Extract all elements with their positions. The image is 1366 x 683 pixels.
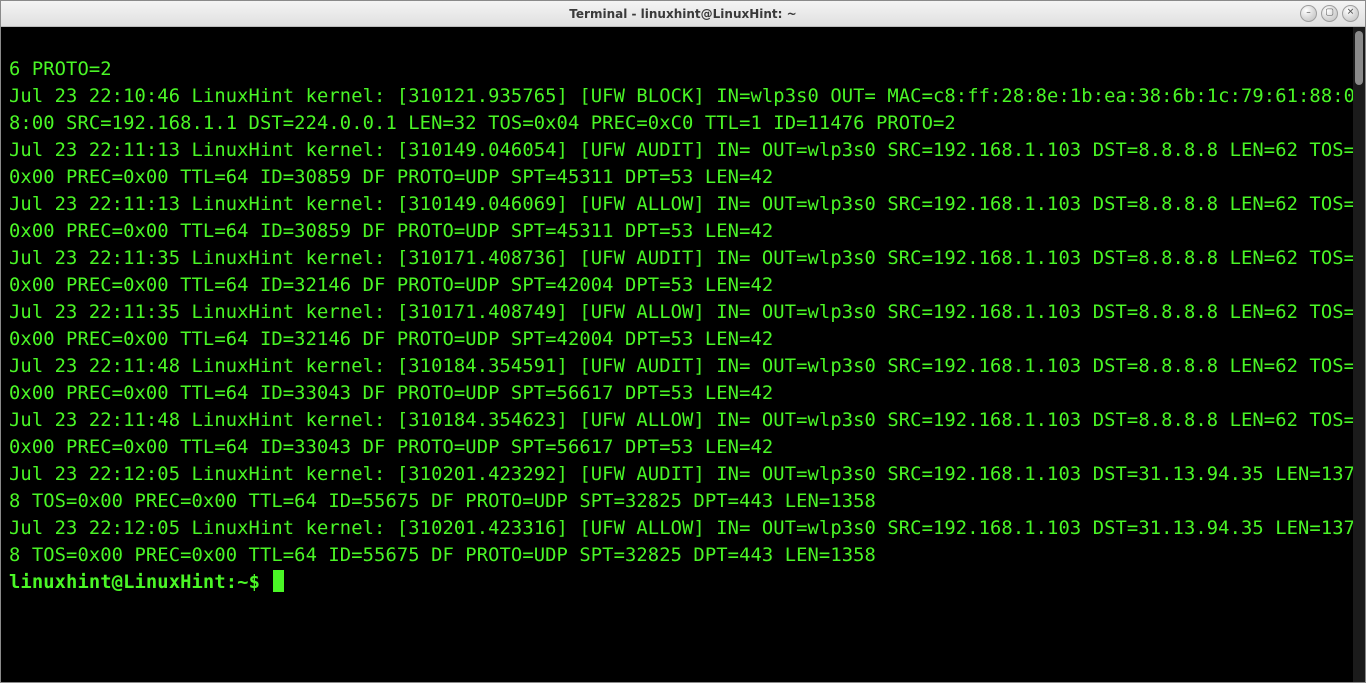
prompt-symbol: $ [249, 572, 260, 593]
log-line: Jul 23 22:12:05 LinuxHint kernel: [31020… [9, 461, 1359, 515]
window-title: Terminal - linuxhint@LinuxHint: ~ [569, 7, 796, 21]
prompt-user-host: linuxhint@LinuxHint [9, 572, 226, 593]
titlebar-buttons: – ▢ ✕ [1300, 5, 1359, 22]
minimize-button[interactable]: – [1300, 5, 1317, 22]
log-line: Jul 23 22:11:35 LinuxHint kernel: [31017… [9, 299, 1359, 353]
log-line: Jul 23 22:11:35 LinuxHint kernel: [31017… [9, 245, 1359, 299]
log-line: 6 PROTO=2 [9, 56, 1359, 83]
minimize-icon: – [1306, 9, 1311, 18]
terminal-output[interactable]: 6 PROTO=2Jul 23 22:10:46 LinuxHint kerne… [1, 27, 1365, 682]
terminal-window: Terminal - linuxhint@LinuxHint: ~ – ▢ ✕ … [0, 0, 1366, 683]
shell-prompt[interactable]: linuxhint@LinuxHint:~$ [9, 572, 284, 593]
log-line: Jul 23 22:12:05 LinuxHint kernel: [31020… [9, 515, 1359, 569]
close-button[interactable]: ✕ [1342, 5, 1359, 22]
titlebar: Terminal - linuxhint@LinuxHint: ~ – ▢ ✕ [1, 1, 1365, 27]
log-line: Jul 23 22:11:48 LinuxHint kernel: [31018… [9, 353, 1359, 407]
scrollbar-thumb[interactable] [1355, 31, 1363, 85]
log-line: Jul 23 22:11:48 LinuxHint kernel: [31018… [9, 407, 1359, 461]
log-line: Jul 23 22:11:13 LinuxHint kernel: [31014… [9, 191, 1359, 245]
log-line: Jul 23 22:10:46 LinuxHint kernel: [31012… [9, 83, 1359, 137]
prompt-path: ~ [237, 572, 248, 593]
prompt-separator: : [226, 572, 237, 593]
terminal-scrollbar[interactable] [1353, 27, 1365, 682]
log-line: Jul 23 22:11:13 LinuxHint kernel: [31014… [9, 137, 1359, 191]
maximize-button[interactable]: ▢ [1321, 5, 1338, 22]
close-icon: ✕ [1347, 9, 1355, 18]
maximize-icon: ▢ [1325, 9, 1334, 18]
cursor-icon [273, 570, 284, 592]
